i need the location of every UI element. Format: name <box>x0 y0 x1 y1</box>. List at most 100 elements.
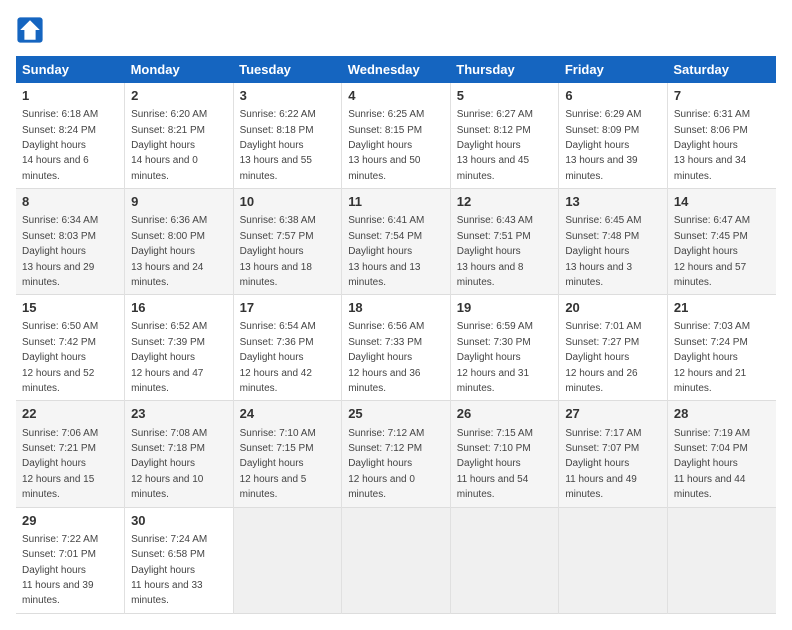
day-info: Sunrise: 7:01 AMSunset: 7:27 PMDaylight … <box>565 321 641 394</box>
day-info: Sunrise: 6:43 AMSunset: 7:51 PMDaylight … <box>457 215 533 288</box>
day-number: 22 <box>22 405 118 423</box>
day-number: 18 <box>348 299 444 317</box>
day-number: 27 <box>565 405 661 423</box>
day-number: 2 <box>131 87 227 105</box>
day-number: 16 <box>131 299 227 317</box>
calendar-cell: 28 Sunrise: 7:19 AMSunset: 7:04 PMDayligh… <box>667 401 776 507</box>
day-number: 10 <box>240 193 336 211</box>
calendar-header-row: SundayMondayTuesdayWednesdayThursdayFrid… <box>16 56 776 83</box>
day-info: Sunrise: 6:56 AMSunset: 7:33 PMDaylight … <box>348 321 424 394</box>
day-number: 24 <box>240 405 336 423</box>
day-number: 23 <box>131 405 227 423</box>
day-number: 30 <box>131 512 227 530</box>
day-info: Sunrise: 6:41 AMSunset: 7:54 PMDaylight … <box>348 215 424 288</box>
day-number: 19 <box>457 299 553 317</box>
day-info: Sunrise: 7:08 AMSunset: 7:18 PMDaylight … <box>131 428 207 501</box>
header-tuesday: Tuesday <box>233 56 342 83</box>
day-info: Sunrise: 7:15 AMSunset: 7:10 PMDaylight … <box>457 428 533 501</box>
calendar-week-1: 1 Sunrise: 6:18 AMSunset: 8:24 PMDaylight… <box>16 83 776 189</box>
day-number: 1 <box>22 87 118 105</box>
day-info: Sunrise: 6:54 AMSunset: 7:36 PMDaylight … <box>240 321 316 394</box>
day-number: 8 <box>22 193 118 211</box>
day-info: Sunrise: 6:52 AMSunset: 7:39 PMDaylight … <box>131 321 207 394</box>
calendar-table: SundayMondayTuesdayWednesdayThursdayFrid… <box>16 56 776 614</box>
day-info: Sunrise: 7:17 AMSunset: 7:07 PMDaylight … <box>565 428 641 501</box>
day-number: 29 <box>22 512 118 530</box>
header-friday: Friday <box>559 56 668 83</box>
header-wednesday: Wednesday <box>342 56 451 83</box>
day-info: Sunrise: 6:20 AMSunset: 8:21 PMDaylight … <box>131 109 207 182</box>
day-info: Sunrise: 6:59 AMSunset: 7:30 PMDaylight … <box>457 321 533 394</box>
day-number: 11 <box>348 193 444 211</box>
calendar-cell: 16 Sunrise: 6:52 AMSunset: 7:39 PMDayligh… <box>125 295 234 401</box>
calendar-cell: 9Sunrise: 6:36 AMSunset: 8:00 PMDaylight… <box>125 189 234 295</box>
calendar-week-4: 22Sunrise: 7:06 AMSunset: 7:21 PMDayligh… <box>16 401 776 507</box>
calendar-cell: 26 Sunrise: 7:15 AMSunset: 7:10 PMDayligh… <box>450 401 559 507</box>
day-info: Sunrise: 7:22 AMSunset: 7:01 PMDaylight … <box>22 534 98 607</box>
calendar-cell <box>233 507 342 613</box>
day-info: Sunrise: 6:47 AMSunset: 7:45 PMDaylight … <box>674 215 750 288</box>
day-number: 12 <box>457 193 553 211</box>
calendar-cell: 30 Sunrise: 7:24 AMSunset: 6:58 PMDayligh… <box>125 507 234 613</box>
day-info: Sunrise: 7:24 AMSunset: 6:58 PMDaylight … <box>131 534 207 607</box>
calendar-week-2: 8 Sunrise: 6:34 AMSunset: 8:03 PMDaylight… <box>16 189 776 295</box>
day-number: 3 <box>240 87 336 105</box>
day-number: 20 <box>565 299 661 317</box>
header-monday: Monday <box>125 56 234 83</box>
logo-icon <box>16 16 44 44</box>
day-info: Sunrise: 7:12 AMSunset: 7:12 PMDaylight … <box>348 428 424 501</box>
calendar-cell: 10 Sunrise: 6:38 AMSunset: 7:57 PMDayligh… <box>233 189 342 295</box>
calendar-cell: 20 Sunrise: 7:01 AMSunset: 7:27 PMDayligh… <box>559 295 668 401</box>
day-number: 21 <box>674 299 770 317</box>
calendar-cell: 19 Sunrise: 6:59 AMSunset: 7:30 PMDayligh… <box>450 295 559 401</box>
calendar-cell: 22Sunrise: 7:06 AMSunset: 7:21 PMDayligh… <box>16 401 125 507</box>
day-number: 7 <box>674 87 770 105</box>
day-info: Sunrise: 6:25 AMSunset: 8:15 PMDaylight … <box>348 109 424 182</box>
calendar-cell: 21 Sunrise: 7:03 AMSunset: 7:24 PMDayligh… <box>667 295 776 401</box>
header-sunday: Sunday <box>16 56 125 83</box>
calendar-cell: 1 Sunrise: 6:18 AMSunset: 8:24 PMDaylight… <box>16 83 125 189</box>
calendar-cell <box>559 507 668 613</box>
calendar-cell: 27 Sunrise: 7:17 AMSunset: 7:07 PMDayligh… <box>559 401 668 507</box>
calendar-cell: 8 Sunrise: 6:34 AMSunset: 8:03 PMDaylight… <box>16 189 125 295</box>
day-info: Sunrise: 6:22 AMSunset: 8:18 PMDaylight … <box>240 109 316 182</box>
day-number: 13 <box>565 193 661 211</box>
day-info: Sunrise: 6:45 AMSunset: 7:48 PMDaylight … <box>565 215 641 288</box>
day-number: 14 <box>674 193 770 211</box>
calendar-cell: 14 Sunrise: 6:47 AMSunset: 7:45 PMDayligh… <box>667 189 776 295</box>
calendar-cell: 7 Sunrise: 6:31 AMSunset: 8:06 PMDaylight… <box>667 83 776 189</box>
calendar-cell <box>450 507 559 613</box>
day-info: Sunrise: 6:38 AMSunset: 7:57 PMDaylight … <box>240 215 316 288</box>
calendar-cell: 11 Sunrise: 6:41 AMSunset: 7:54 PMDayligh… <box>342 189 451 295</box>
day-number: 28 <box>674 405 770 423</box>
day-info: Sunrise: 6:34 AMSunset: 8:03 PMDaylight … <box>22 215 98 288</box>
day-info: Sunrise: 7:03 AMSunset: 7:24 PMDaylight … <box>674 321 750 394</box>
calendar-cell: 5 Sunrise: 6:27 AMSunset: 8:12 PMDaylight… <box>450 83 559 189</box>
day-number: 25 <box>348 405 444 423</box>
day-number: 9 <box>131 193 227 211</box>
day-number: 26 <box>457 405 553 423</box>
day-info: Sunrise: 6:29 AMSunset: 8:09 PMDaylight … <box>565 109 641 182</box>
calendar-cell: 2 Sunrise: 6:20 AMSunset: 8:21 PMDaylight… <box>125 83 234 189</box>
calendar-cell: 13 Sunrise: 6:45 AMSunset: 7:48 PMDayligh… <box>559 189 668 295</box>
day-number: 5 <box>457 87 553 105</box>
day-info: Sunrise: 7:19 AMSunset: 7:04 PMDaylight … <box>674 428 750 501</box>
calendar-cell: 23 Sunrise: 7:08 AMSunset: 7:18 PMDayligh… <box>125 401 234 507</box>
calendar-cell: 29 Sunrise: 7:22 AMSunset: 7:01 PMDayligh… <box>16 507 125 613</box>
day-number: 6 <box>565 87 661 105</box>
day-info: Sunrise: 6:50 AMSunset: 7:42 PMDaylight … <box>22 321 98 394</box>
calendar-cell <box>342 507 451 613</box>
day-info: Sunrise: 6:31 AMSunset: 8:06 PMDaylight … <box>674 109 750 182</box>
day-info: Sunrise: 6:27 AMSunset: 8:12 PMDaylight … <box>457 109 533 182</box>
calendar-cell: 6 Sunrise: 6:29 AMSunset: 8:09 PMDaylight… <box>559 83 668 189</box>
calendar-cell: 24Sunrise: 7:10 AMSunset: 7:15 PMDayligh… <box>233 401 342 507</box>
header-saturday: Saturday <box>667 56 776 83</box>
header-thursday: Thursday <box>450 56 559 83</box>
day-number: 17 <box>240 299 336 317</box>
logo <box>16 16 48 44</box>
calendar-cell: 25 Sunrise: 7:12 AMSunset: 7:12 PMDayligh… <box>342 401 451 507</box>
calendar-cell: 12 Sunrise: 6:43 AMSunset: 7:51 PMDayligh… <box>450 189 559 295</box>
page-header <box>16 16 776 44</box>
day-info: Sunrise: 6:18 AMSunset: 8:24 PMDaylight … <box>22 109 98 182</box>
day-number: 15 <box>22 299 118 317</box>
